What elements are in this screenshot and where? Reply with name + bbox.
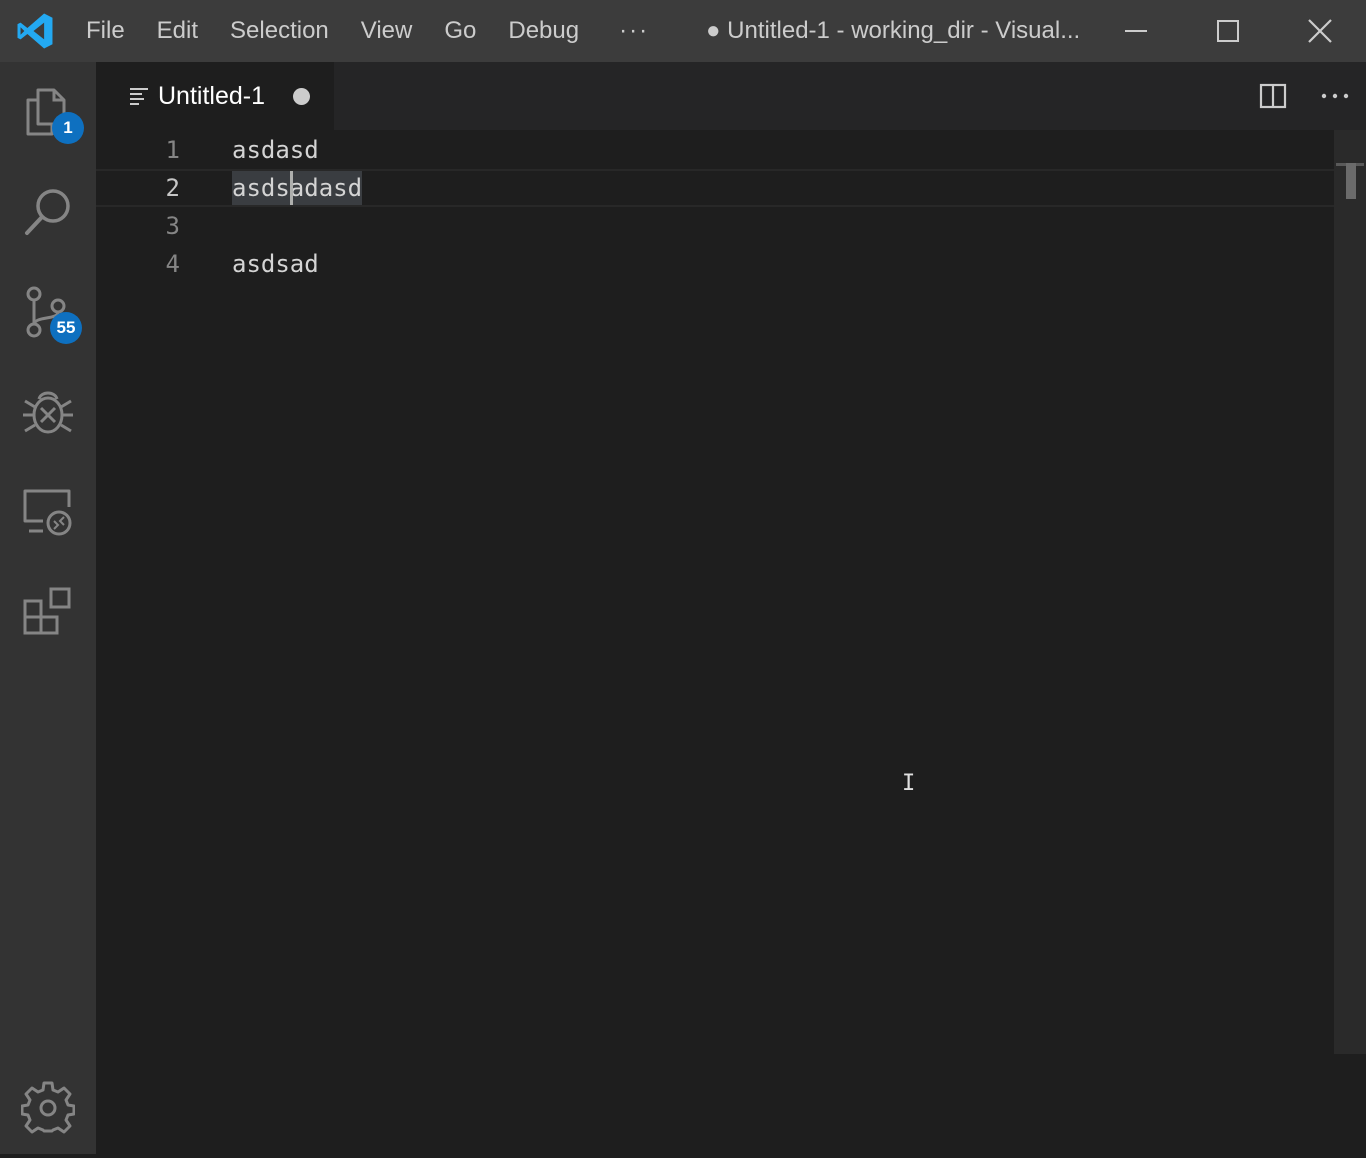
minimize-icon <box>1125 30 1147 32</box>
line-number: 4 <box>165 250 180 278</box>
text-before-cursor: asds <box>232 174 290 202</box>
tab-label: Untitled-1 <box>158 81 265 110</box>
editor-line[interactable]: 1 asdasd <box>96 131 1336 169</box>
more-actions-button[interactable] <box>1304 62 1366 130</box>
close-window-button[interactable] <box>1274 0 1366 62</box>
editor-tabs-bar: Untitled-1 <box>96 62 1366 130</box>
menu-edit[interactable]: Edit <box>141 0 214 62</box>
vscode-logo-icon <box>0 0 70 62</box>
line-text: asdsad <box>232 250 319 278</box>
menu-selection[interactable]: Selection <box>214 0 345 62</box>
text-cursor <box>290 171 293 205</box>
remote-explorer-icon <box>23 489 72 536</box>
editor-line[interactable]: 3 <box>96 207 1336 245</box>
activity-extensions[interactable] <box>0 562 96 662</box>
activity-debug[interactable] <box>0 362 96 462</box>
split-editor-icon <box>1259 83 1287 109</box>
activity-remote-explorer[interactable] <box>0 462 96 562</box>
text-after-cursor: adasd <box>289 174 363 202</box>
menu-file[interactable]: File <box>70 0 141 62</box>
scrollbar-thumb[interactable] <box>1346 163 1356 199</box>
editor-line[interactable]: 4 asdsad <box>96 245 1336 283</box>
editor-line-current[interactable]: 2 asds adasd <box>96 169 1336 207</box>
maximize-icon <box>1217 20 1239 42</box>
window-controls <box>1090 0 1366 62</box>
activity-search[interactable] <box>0 162 96 262</box>
unsaved-dot-icon[interactable] <box>293 88 310 105</box>
split-editor-button[interactable] <box>1242 62 1304 130</box>
line-number: 1 <box>165 136 180 164</box>
more-icon <box>1321 93 1349 99</box>
tab-untitled-1[interactable]: Untitled-1 <box>96 62 334 130</box>
file-lines-icon <box>130 88 148 105</box>
maximize-button[interactable] <box>1182 0 1274 62</box>
ibeam-cursor-icon: I <box>902 771 916 796</box>
source-control-badge: 55 <box>50 312 82 344</box>
search-icon <box>25 189 70 235</box>
activity-source-control[interactable]: 55 <box>0 262 96 362</box>
editor-area[interactable]: 1 asdasd 2 asds adasd 3 4 asdsad I <box>96 130 1366 1154</box>
minimize-button[interactable] <box>1090 0 1182 62</box>
explorer-badge: 1 <box>52 112 84 144</box>
word-highlight: asds adasd <box>232 171 363 205</box>
line-number: 3 <box>165 212 180 240</box>
line-text: asds adasd <box>232 171 363 205</box>
title-bar: File Edit Selection View Go Debug ··· ● … <box>0 0 1366 62</box>
menu-go[interactable]: Go <box>428 0 492 62</box>
activity-explorer[interactable]: 1 <box>0 62 96 162</box>
menu-view[interactable]: View <box>345 0 429 62</box>
vertical-scrollbar[interactable] <box>1334 130 1366 1054</box>
debug-icon <box>23 391 73 434</box>
menu-debug[interactable]: Debug <box>492 0 595 62</box>
line-number: 2 <box>165 174 180 202</box>
line-text: asdasd <box>232 136 319 164</box>
extensions-icon <box>23 587 71 635</box>
window-title: ● Untitled-1 - working_dir - Visual... <box>706 17 1081 44</box>
menu-bar: File Edit Selection View Go Debug ··· <box>70 0 673 62</box>
gear-icon <box>21 1081 75 1134</box>
close-icon <box>1308 19 1332 43</box>
activity-manage[interactable] <box>0 1058 96 1158</box>
activity-bar: 1 55 <box>0 62 96 1154</box>
editor-actions <box>1242 62 1366 130</box>
menu-more[interactable]: ··· <box>595 0 673 62</box>
